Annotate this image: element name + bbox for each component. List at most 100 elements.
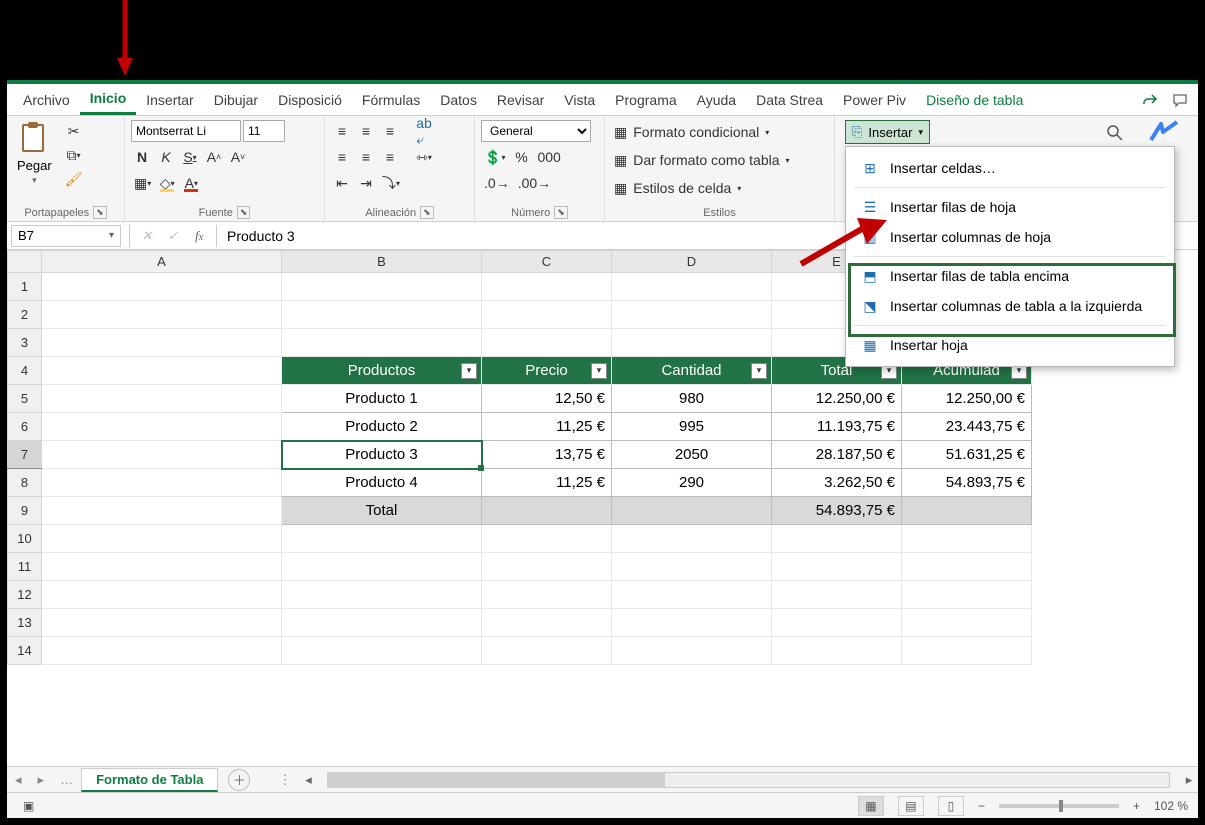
table-total-value[interactable]: 54.893,75 €: [772, 497, 902, 525]
row-header-14[interactable]: 14: [8, 637, 42, 665]
table-total-cell[interactable]: [902, 497, 1032, 525]
font-launcher[interactable]: ⬊: [237, 206, 251, 219]
align-left-button[interactable]: ≡: [331, 146, 353, 168]
zoom-slider[interactable]: [999, 804, 1119, 808]
tab-datos[interactable]: Datos: [430, 86, 487, 114]
increase-decimal-button[interactable]: .0→: [481, 172, 513, 194]
table-cell[interactable]: Producto 2: [282, 413, 482, 441]
cell[interactable]: [772, 553, 902, 581]
col-header-C[interactable]: C: [482, 251, 612, 273]
tab-disposicion[interactable]: Disposició: [268, 86, 352, 114]
cell[interactable]: [42, 637, 282, 665]
cell[interactable]: [42, 609, 282, 637]
cell[interactable]: [482, 273, 612, 301]
tab-archivo[interactable]: Archivo: [13, 86, 80, 114]
row-header-7[interactable]: 7: [8, 441, 42, 469]
tab-split-handle[interactable]: ⋮: [270, 772, 299, 788]
hscroll-right[interactable]: ▸: [1180, 772, 1198, 788]
table-cell[interactable]: 12.250,00 €: [772, 385, 902, 413]
fill-color-button[interactable]: ◇ ▾: [156, 172, 178, 194]
col-header-A[interactable]: A: [42, 251, 282, 273]
table-total-cell[interactable]: [482, 497, 612, 525]
cell[interactable]: [42, 329, 282, 357]
row-header-1[interactable]: 1: [8, 273, 42, 301]
row-header-6[interactable]: 6: [8, 413, 42, 441]
cell[interactable]: [42, 441, 282, 469]
view-normal-button[interactable]: ▦: [858, 796, 884, 816]
font-name-combo[interactable]: [131, 120, 241, 142]
align-top-button[interactable]: ≡: [331, 120, 353, 142]
cell[interactable]: [772, 609, 902, 637]
table-cell[interactable]: Producto 1: [282, 385, 482, 413]
cell[interactable]: [282, 301, 482, 329]
menu-insert-table-cols-left[interactable]: ⬔Insertar columnas de tabla a la izquier…: [846, 291, 1174, 321]
copy-button[interactable]: ⧉ ▾: [62, 144, 86, 166]
tab-dibujar[interactable]: Dibujar: [204, 86, 268, 114]
row-header-5[interactable]: 5: [8, 385, 42, 413]
cell[interactable]: [42, 469, 282, 497]
table-header[interactable]: Cantidad: [612, 357, 772, 385]
cell[interactable]: [482, 637, 612, 665]
tab-diseno-tabla[interactable]: Diseño de tabla: [916, 86, 1033, 114]
enter-formula-button[interactable]: ✓: [160, 228, 186, 244]
format-painter-button[interactable]: 🖌: [62, 168, 86, 190]
cancel-formula-button[interactable]: ✕: [134, 228, 160, 244]
filter-button[interactable]: [461, 363, 477, 379]
wrap-text-button[interactable]: ab⤶: [413, 120, 435, 142]
table-cell[interactable]: 11,25 €: [482, 413, 612, 441]
percent-button[interactable]: %: [510, 146, 532, 168]
number-format-combo[interactable]: General: [481, 120, 591, 142]
cell[interactable]: [282, 637, 482, 665]
decrease-decimal-button[interactable]: .00→: [515, 172, 554, 194]
share-icon[interactable]: [1138, 89, 1162, 111]
row-header-3[interactable]: 3: [8, 329, 42, 357]
tab-insertar[interactable]: Insertar: [136, 86, 203, 114]
cell[interactable]: [612, 273, 772, 301]
sheet-tab-active[interactable]: Formato de Tabla: [81, 768, 218, 792]
cell[interactable]: [612, 525, 772, 553]
tab-datastreamer[interactable]: Data Strea: [746, 86, 833, 114]
cell[interactable]: [42, 581, 282, 609]
row-header-11[interactable]: 11: [8, 553, 42, 581]
italic-button[interactable]: K: [155, 146, 177, 168]
align-middle-button[interactable]: ≡: [355, 120, 377, 142]
cell[interactable]: [482, 525, 612, 553]
font-size-combo[interactable]: [243, 120, 285, 142]
paste-button[interactable]: Pegar ▾: [13, 120, 56, 188]
zoom-in-button[interactable]: +: [1133, 799, 1140, 813]
menu-insert-sheet[interactable]: ▦Insertar hoja: [846, 330, 1174, 360]
font-color-button[interactable]: A ▾: [180, 172, 202, 194]
filter-button[interactable]: [591, 363, 607, 379]
col-header-B[interactable]: B: [282, 251, 482, 273]
hscroll-track[interactable]: [327, 772, 1170, 788]
decrease-indent-button[interactable]: ⇤: [331, 172, 353, 194]
bold-button[interactable]: N: [131, 146, 153, 168]
cell[interactable]: [482, 609, 612, 637]
table-header[interactable]: Precio: [482, 357, 612, 385]
menu-insert-sheet-rows[interactable]: ☰Insertar filas de hoja: [846, 192, 1174, 222]
number-launcher[interactable]: ⬊: [554, 206, 568, 219]
table-total-cell[interactable]: [612, 497, 772, 525]
view-page-layout-button[interactable]: ▤: [898, 796, 924, 816]
cell[interactable]: [612, 329, 772, 357]
alignment-launcher[interactable]: ⬊: [420, 206, 434, 219]
tab-powerpivot[interactable]: Power Piv: [833, 86, 916, 114]
table-cell[interactable]: 23.443,75 €: [902, 413, 1032, 441]
filter-button[interactable]: [751, 363, 767, 379]
row-header-13[interactable]: 13: [8, 609, 42, 637]
table-cell[interactable]: 11,25 €: [482, 469, 612, 497]
table-cell[interactable]: 13,75 €: [482, 441, 612, 469]
menu-insert-table-rows-above[interactable]: ⬒Insertar filas de tabla encima: [846, 261, 1174, 291]
row-header-8[interactable]: 8: [8, 469, 42, 497]
table-header[interactable]: Productos: [282, 357, 482, 385]
cell[interactable]: [612, 637, 772, 665]
conditional-format-button[interactable]: ▦Formato condicional ▾: [611, 120, 772, 144]
col-header-D[interactable]: D: [612, 251, 772, 273]
borders-button[interactable]: ▦ ▾: [131, 172, 154, 194]
table-cell[interactable]: 290: [612, 469, 772, 497]
table-cell[interactable]: 51.631,25 €: [902, 441, 1032, 469]
table-cell[interactable]: 995: [612, 413, 772, 441]
name-box[interactable]: B7▾: [11, 225, 121, 247]
tab-ayuda[interactable]: Ayuda: [687, 86, 746, 114]
cell[interactable]: [902, 609, 1032, 637]
